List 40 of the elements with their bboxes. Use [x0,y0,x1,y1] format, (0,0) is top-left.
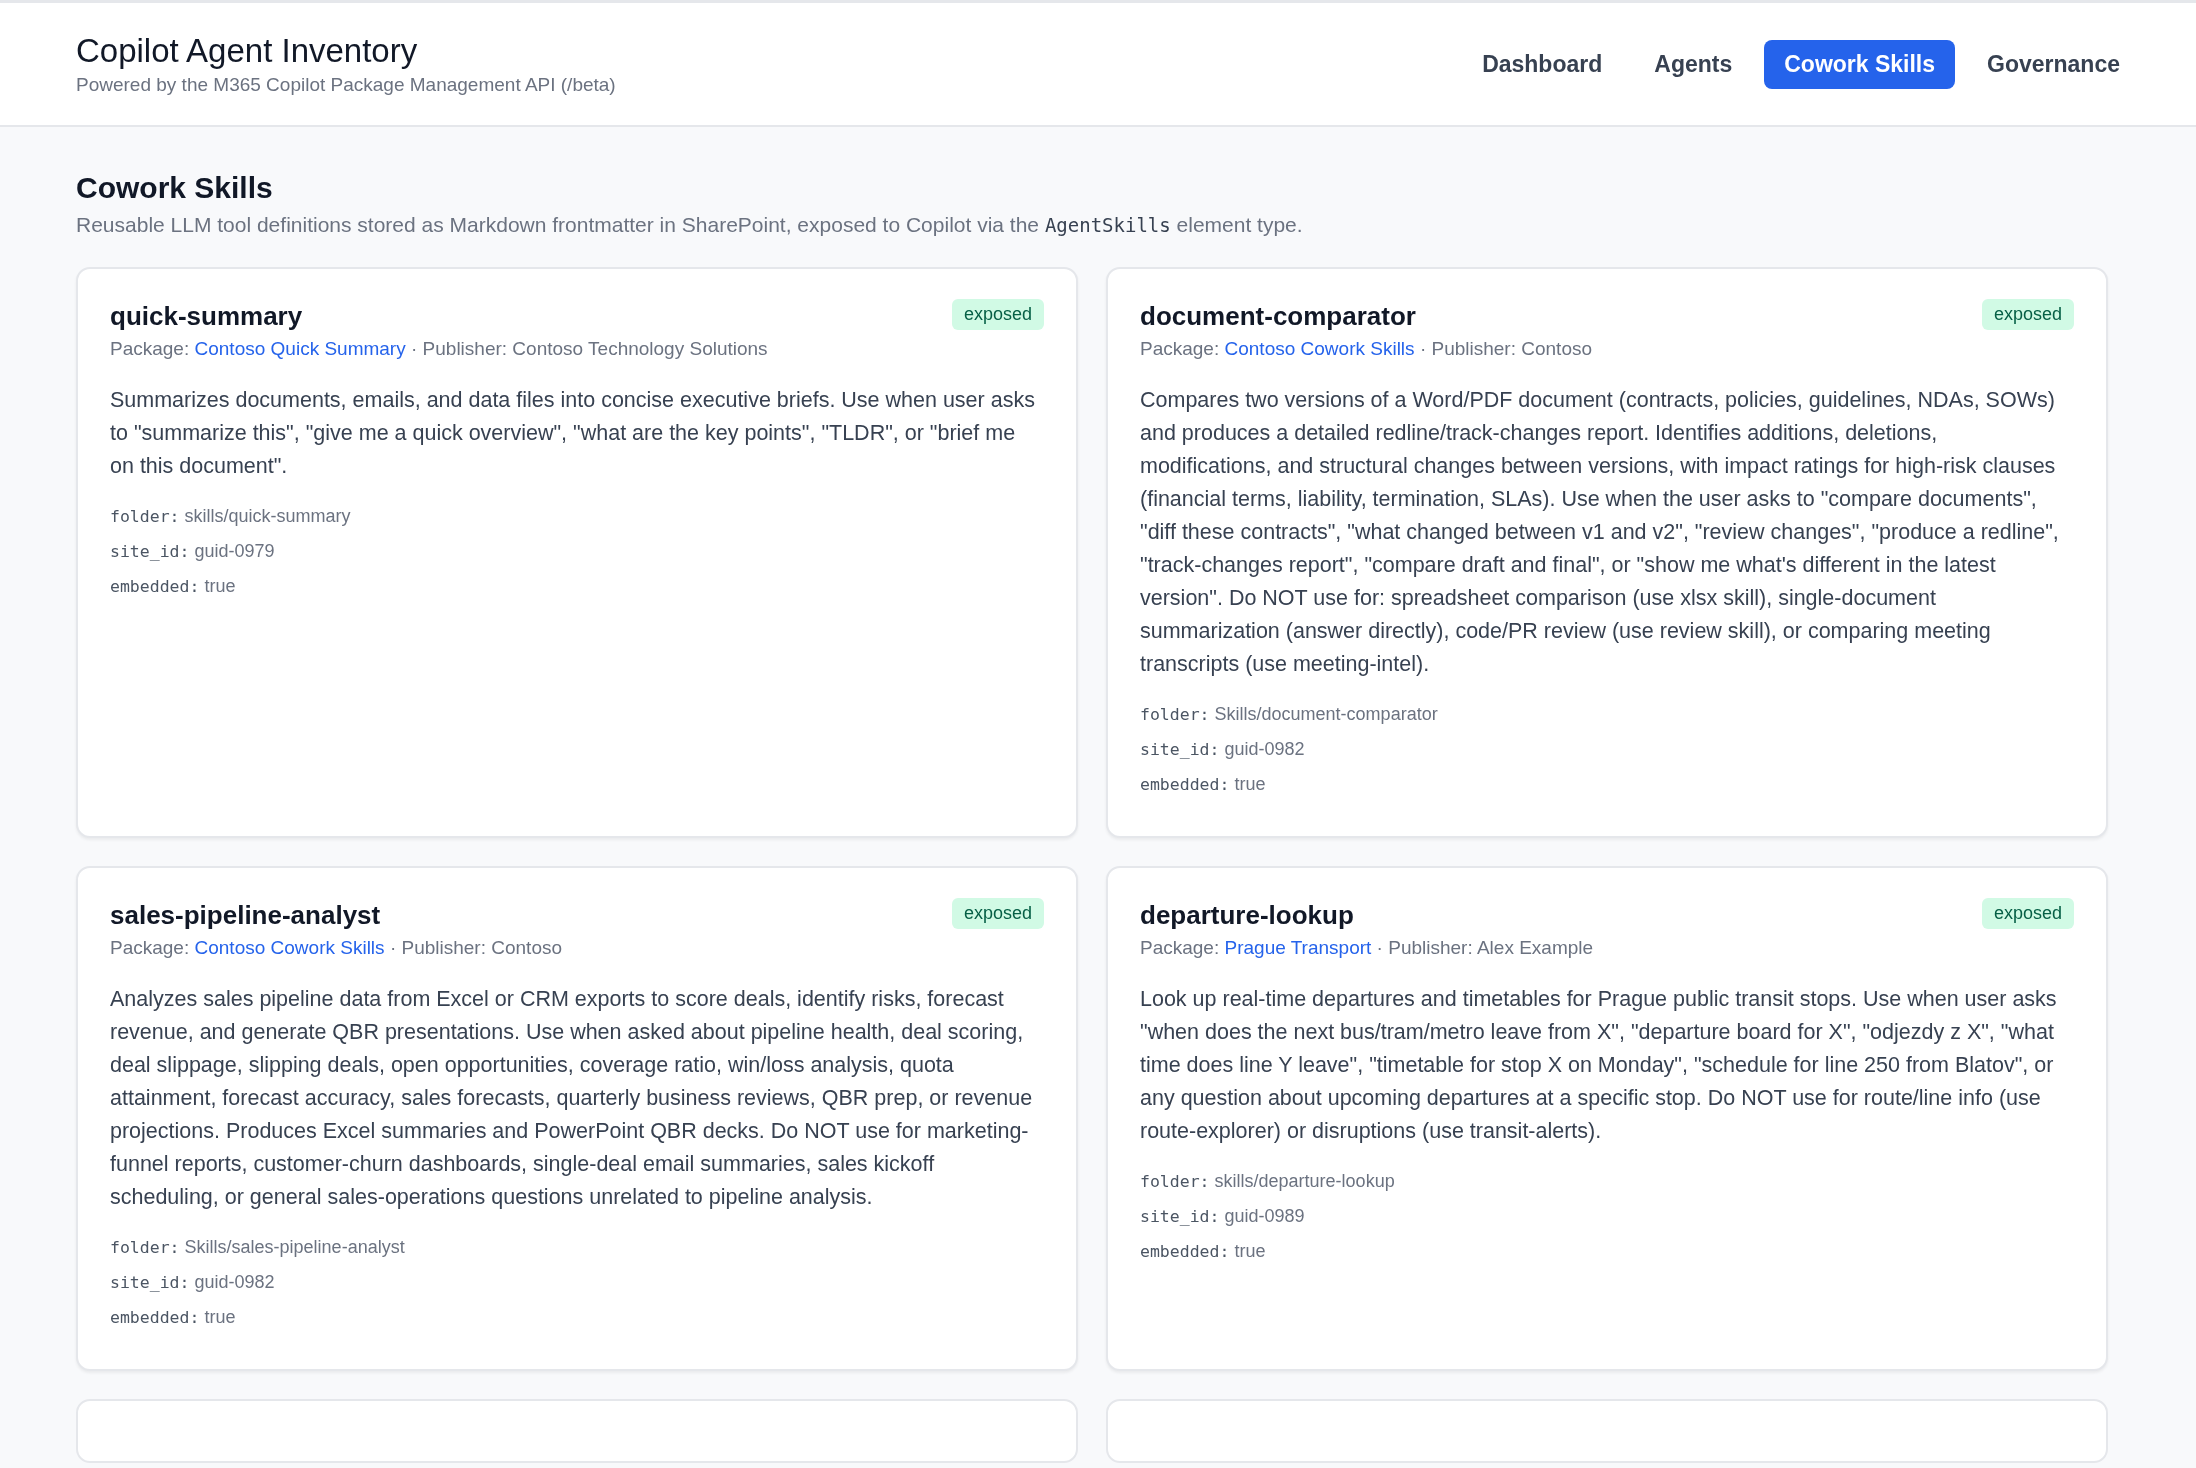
app-subtitle: Powered by the M365 Copilot Package Management API (/beta) [76,74,616,96]
skill-description: Summarizes documents, emails, and data files into concise executive briefs. Use when user asks to "summarize this", "give me a quick overview", "what are the key points", "TLDR", or "brief me on this document". [110,387,1036,480]
metadata-line: site_id: guid-0979 [110,540,276,563]
status-badge: exposed [1981,898,2074,929]
metadata-line: folder: Skills/document-comparator [1140,703,1439,726]
metadata-line: folder: Skills/sales-pipeline-analyst [110,1236,406,1259]
metadata-line: folder: skills/departure-lookup [1140,1170,1396,1193]
package-line: Package: Contoso Cowork Skills · Publisher: Contoso [110,937,564,959]
nav-tab[interactable]: Governance [1967,39,2140,89]
metadata-line: embedded: true [1140,1240,1267,1263]
metadata-line: folder: skills/quick-summary [110,505,352,528]
metadata-line: embedded: true [110,1306,237,1329]
metadata-line: site_id: guid-0982 [1140,738,1306,761]
package-link[interactable]: Contoso Quick Summary [194,338,406,359]
nav-tab[interactable]: Agents [1634,39,1753,89]
skill-name: quick-summary [110,301,303,332]
metadata-line: embedded: true [1140,773,1267,796]
skill-name: document-comparator [1140,301,1416,332]
metadata-line: site_id: guid-0982 [110,1271,276,1294]
status-badge: exposed [951,898,1044,929]
package-line: Package: Contoso Cowork Skills · Publisher: Contoso [1140,338,1594,360]
status-badge: exposed [951,299,1044,330]
status-badge: exposed [1981,299,2074,330]
skill-name: sales-pipeline-analyst [110,900,381,931]
package-link[interactable]: Contoso Cowork Skills [194,937,385,958]
skill-description: Analyzes sales pipeline data from Excel or CRM exports to score deals, identify risks, forecast revenue, and generate QBR presentations. Use when asked about pipeline health, deal scoring, deal slippage, slipping deals, open opportunities, coverage ratio, win/loss analysis, quota attainment, forecast accuracy, sales forecasts, quarterly business reviews, QBR prep, or revenue projections. Produces Excel summaries and PowerPoint QBR decks. Do NOT use for marketing-funnel reports, customer-churn dashboards, single-deal email summaries, sales kickoff scheduling, or general sales-operations questions unrelated to pipeline analysis. [110,986,1034,1211]
section-description: Reusable LLM tool definitions stored as Markdown frontmatter in SharePoint, exposed to Copilot via the AgentSkills element type. [76,213,1304,237]
section-title: Cowork Skills [76,171,274,205]
metadata-line: embedded: true [110,575,237,598]
skill-description: Look up real-time departures and timetables for Prague public transit stops. Use when user asks "when does the next bus/tram/metro leave from X", "departure board for X", "odjezdy z X", "what time does line Y leave", "timetable for stop X on Monday", "schedule for line 250 from Blatov", or any question about upcoming departures at a specific stop. Do NOT use for route/line info (use route-explorer) or disruptions (use transit-alerts). [1140,986,2058,1145]
package-line: Package: Prague Transport · Publisher: Alex Example [1140,937,1595,959]
nav-tab[interactable]: Dashboard [1462,39,1623,89]
app-title: Copilot Agent Inventory [76,32,419,70]
package-link[interactable]: Prague Transport [1224,937,1372,958]
metadata-line: site_id: guid-0989 [1140,1205,1306,1228]
package-link[interactable]: Contoso Cowork Skills [1224,338,1415,359]
skill-description: Compares two versions of a Word/PDF document (contracts, policies, guidelines, NDAs, SOWs) and produces a detailed redline/track-changes report. Identifies additions, deletions, modifications, and structural changes between versions, with impact ratings for high-risk clauses (financial terms, liability, termination, SLAs). Use when the user asks to "compare documents", "diff these contracts", "what changed between v1 and v2", "review changes", "produce a redline", "track-changes report", "compare draft and final", or "show me what's different in the latest version". Do NOT use for: spreadsheet comparison (use xlsx skill), single-document summarization (answer directly), code/PR review (use review skill), or comparing meeting transcripts (use meeting-intel). [1140,387,2060,678]
nav-tab[interactable]: Cowork Skills [1764,39,1956,89]
package-line: Package: Contoso Quick Summary · Publisher: Contoso Technology Solutions [110,338,769,360]
skill-name: departure-lookup [1140,900,1354,931]
